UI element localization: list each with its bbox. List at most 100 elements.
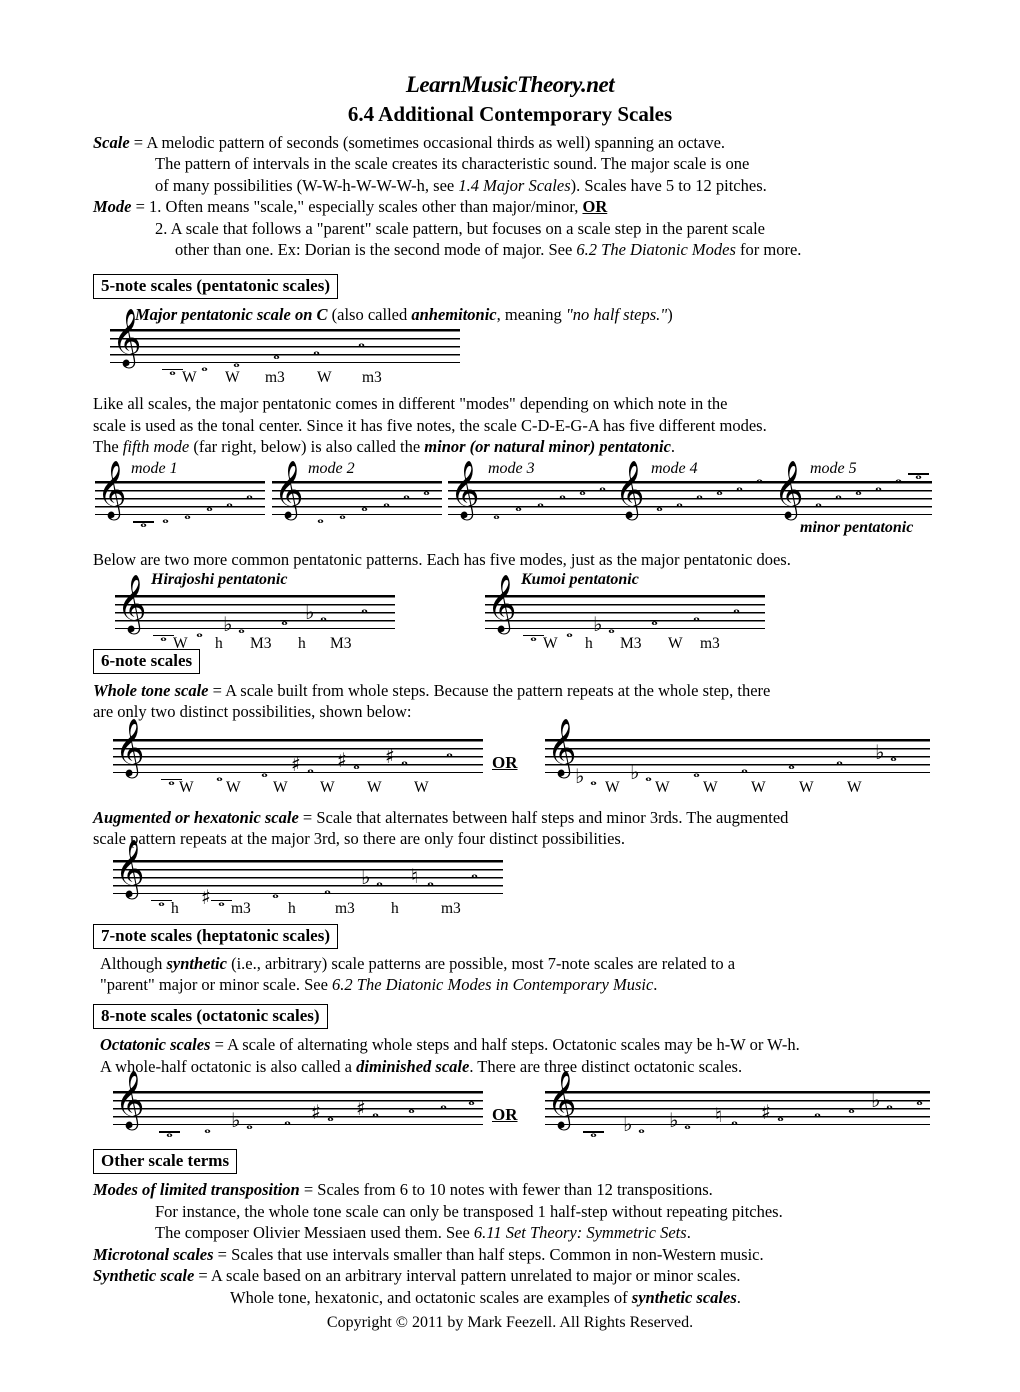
treble-clef-icon: 𝄞: [615, 460, 645, 519]
flat-accidental: ♭: [361, 864, 371, 889]
note-head: [405, 1100, 418, 1117]
caption-bold-1: Major pentatonic scale on C: [135, 304, 328, 324]
staff-lines: [113, 1091, 483, 1126]
note-head: [653, 498, 666, 515]
note-head: [358, 498, 371, 515]
hirajoshi-label: Hirajoshi pentatonic: [151, 570, 288, 588]
interval-label: W: [668, 634, 683, 652]
note-head: [845, 1100, 858, 1117]
flat-accidental: ♭: [305, 599, 315, 624]
interval-label: M3: [250, 634, 272, 652]
staff-pentatonic-mode-5: 𝄞 mode 5 minor pentatonic: [772, 460, 932, 536]
section-header-five-note: 5-note scales (pentatonic scales): [93, 273, 338, 299]
note-head: [373, 873, 386, 890]
mlt-definition: Modes of limited transposition = Scales …: [93, 1179, 1020, 1200]
interval-label: W: [317, 369, 332, 387]
below-pentatonic-text: Below are two more common pentatonic pat…: [93, 550, 791, 570]
major-pentatonic-caption: Major pentatonic scale on C (also called…: [135, 304, 1020, 325]
or-label-whole-tone: OR: [492, 752, 518, 772]
flat-accidental: ♭: [593, 611, 603, 636]
interval-label: W: [367, 778, 382, 796]
modes-paragraph-line1: Like all scales, the major pentatonic co…: [93, 394, 728, 414]
interval-label: W: [226, 778, 241, 796]
scale-def-line2: The pattern of intervals in the scale cr…: [155, 154, 750, 174]
staff-lines: [113, 859, 503, 894]
hept-l2-a: "parent" major or minor scale. See: [100, 975, 333, 994]
note-head: [380, 494, 393, 511]
staff-pentatonic-mode-3: 𝄞 mode 3: [448, 460, 618, 516]
note-head: [258, 764, 271, 781]
pentatonic-modes-row: 𝄞 mode 1 𝄞 mode 2 𝄞 mode 3: [0, 460, 1020, 536]
octatonic-definition: Octatonic scales = A scale of alternatin…: [100, 1034, 1020, 1055]
interval-label: W: [847, 778, 862, 796]
note-head: [223, 494, 236, 511]
note-head: [812, 494, 825, 511]
sharp-accidental: ♯: [311, 1100, 321, 1125]
note-head: [527, 628, 540, 645]
interval-label: M3: [330, 634, 352, 652]
interval-label: W: [799, 778, 814, 796]
heptatonic-line2: "parent" major or minor scale. See 6.2 T…: [100, 974, 1020, 995]
treble-clef-icon: 𝄞: [450, 460, 480, 519]
note-head: [137, 514, 150, 531]
oct-l2-bold: diminished scale: [356, 1056, 470, 1076]
note-head: [213, 768, 226, 785]
note-head: [465, 1092, 478, 1109]
note-head: [728, 1112, 741, 1129]
note-head: [324, 1108, 337, 1125]
section-header-seven-note: 7-note scales (heptatonic scales): [93, 923, 338, 949]
interval-label: h: [585, 634, 593, 652]
note-head: [193, 624, 206, 641]
interval-label: h: [288, 899, 296, 917]
mlt-def: = Scales from 6 to 10 notes with fewer t…: [299, 1180, 713, 1200]
mode-label: mode 4: [651, 460, 698, 478]
copyright-notice: Copyright © 2011 by Mark Feezell. All Ri…: [326, 1313, 694, 1331]
augmented-term: Augmented or hexatonic scale: [93, 807, 299, 827]
interval-label: h: [298, 634, 306, 652]
augmented-def-1: = Scale that alternates between half ste…: [298, 807, 789, 827]
treble-clef-icon: 𝄞: [547, 717, 577, 776]
note-head: [738, 760, 751, 777]
staff-lines: [110, 329, 460, 364]
heptatonic-line1: Although synthetic (i.e., arbitrary) sca…: [100, 953, 1020, 974]
hept-l1-b: (i.e., arbitrary) scale patterns are pos…: [226, 953, 736, 973]
note-head: [556, 486, 569, 503]
staff-hirajoshi: 𝄞 Hirajoshi pentatonic ♭ ♭ W h M3 h M3: [115, 571, 395, 652]
note-head: [833, 752, 846, 769]
treble-clef-icon: 𝄞: [115, 838, 145, 897]
synthetic-line2: Whole tone, hexatonic, and octatonic sca…: [230, 1287, 1020, 1308]
mlt-line3: The composer Olivier Messiaen used them.…: [155, 1222, 1020, 1243]
interval-label: W: [655, 778, 670, 796]
synthetic-definition: Synthetic scale = A scale based on an ar…: [93, 1265, 1020, 1286]
interval-label: W: [414, 778, 429, 796]
note-head: [883, 1096, 896, 1113]
mlt-term: Modes of limited transposition: [93, 1180, 300, 1200]
interval-label: M3: [620, 634, 642, 652]
interval-label: m3: [265, 369, 285, 387]
synth-l2-bold: synthetic scales: [631, 1287, 737, 1307]
flat-accidental: ♭: [575, 763, 585, 788]
staff-kumoi: 𝄞 Kumoi pentatonic ♭ W h M3 W m3: [485, 571, 765, 652]
mode-def-line3: other than one. Ex: Dorian is the second…: [175, 239, 1020, 260]
sharp-accidental: ♯: [201, 884, 211, 909]
interval-label: W: [173, 634, 188, 652]
sharp-accidental: ♯: [291, 751, 301, 776]
flat-accidental: ♭: [223, 611, 233, 636]
caption-end: ): [667, 304, 673, 324]
note-head: [693, 486, 706, 503]
flat-accidental: ♭: [871, 1088, 881, 1113]
note-head: [235, 620, 248, 637]
caption-italic: "no half steps.": [565, 304, 668, 324]
staff-pentatonic-mode-2: 𝄞 mode 2: [272, 460, 442, 516]
hirajoshi-kumoi-row: 𝄞 Hirajoshi pentatonic ♭ ♭ W h M3 h M3 𝄞…: [0, 571, 1020, 652]
kumoi-label: Kumoi pentatonic: [521, 570, 639, 588]
note-head: [155, 893, 168, 910]
note-head: [730, 600, 743, 617]
note-head: [355, 334, 368, 351]
note-head: [690, 764, 703, 781]
note-head: [243, 1116, 256, 1133]
note-head: [733, 478, 746, 495]
note-head: [673, 494, 686, 511]
mode-label: mode 3: [488, 460, 535, 478]
note-head: [166, 362, 179, 379]
